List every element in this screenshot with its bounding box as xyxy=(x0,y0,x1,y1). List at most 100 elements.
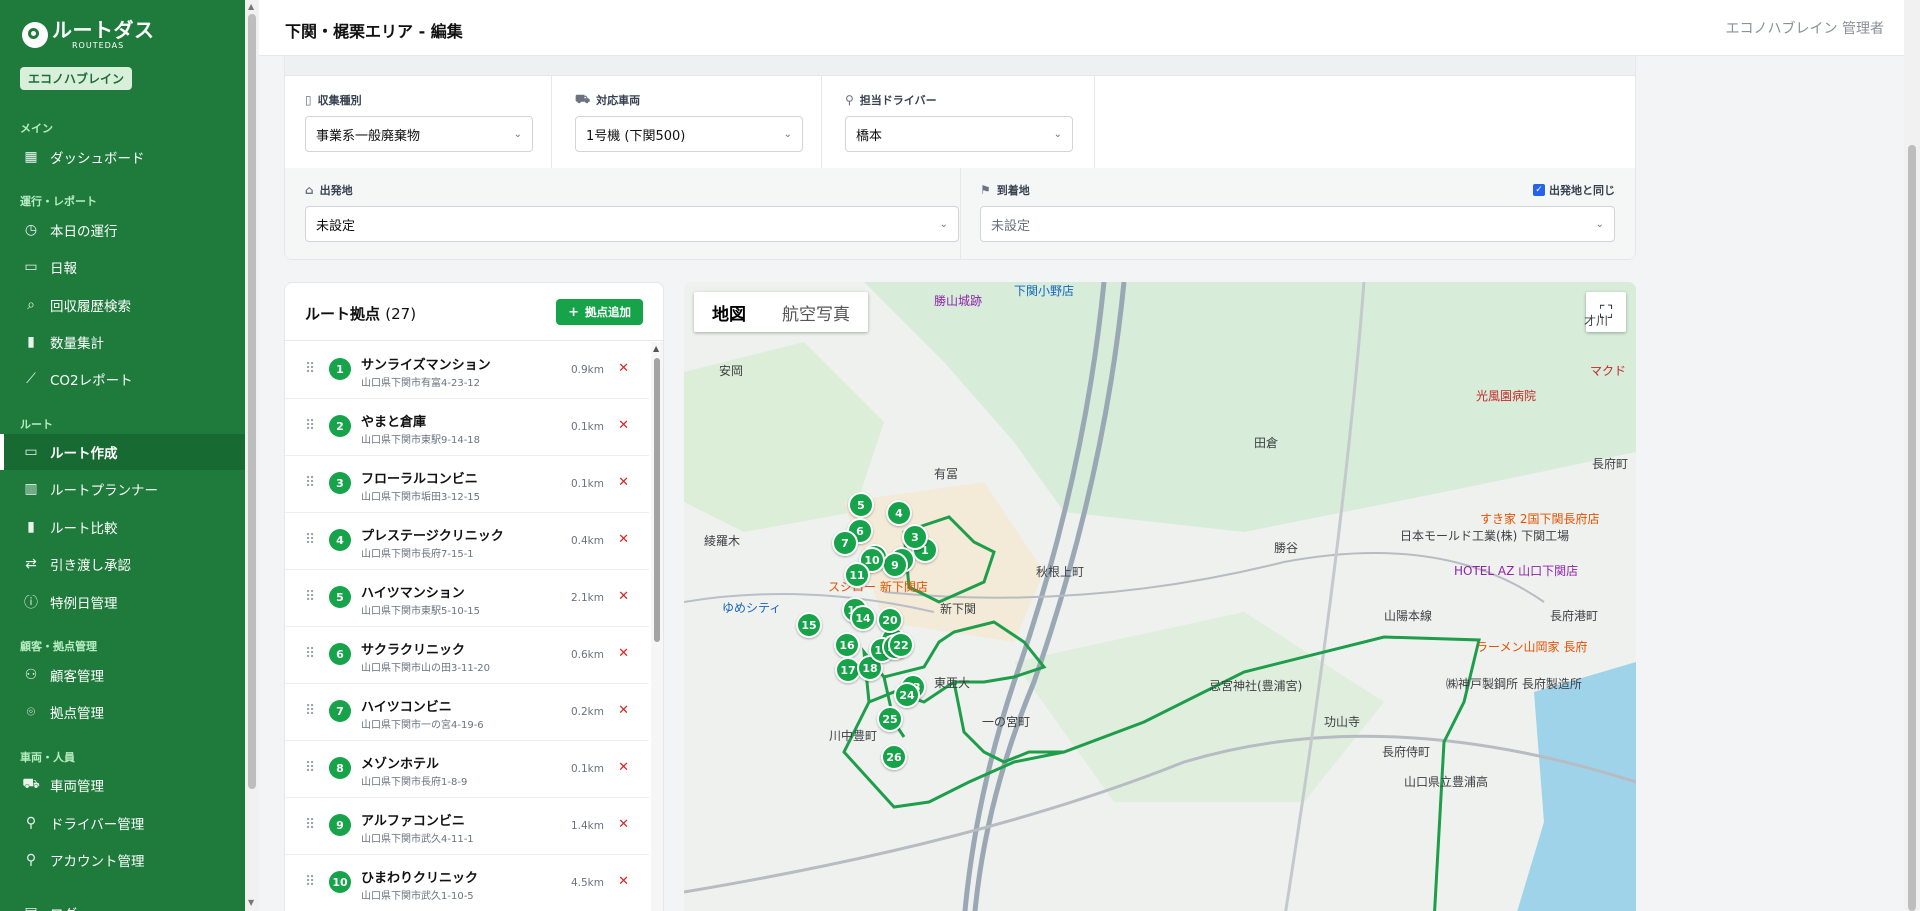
drag-handle-icon[interactable]: ⠿ xyxy=(305,646,315,662)
route-marker[interactable]: 3 xyxy=(902,524,928,550)
sidebar-item-customers[interactable]: ⚇ 顧客管理 xyxy=(0,657,245,693)
point-distance: 2.1km xyxy=(570,592,604,604)
list-item[interactable]: ⠿ 2 やまと倉庫 山口県下関市東駅9-14-18 0.1km ✕ xyxy=(285,399,649,456)
route-marker[interactable]: 9 xyxy=(882,552,908,578)
map-place-label: 一の宮町 xyxy=(982,715,1031,729)
map-place-label: 長府港町 xyxy=(1550,609,1599,623)
delete-point-icon[interactable]: ✕ xyxy=(618,817,629,832)
list-item[interactable]: ⠿ 4 プレステージクリニック 山口県下関市長府7-15-1 0.4km ✕ xyxy=(285,513,649,570)
chevron-down-icon: ⌄ xyxy=(1595,218,1604,230)
delete-point-icon[interactable]: ✕ xyxy=(618,589,629,604)
drag-handle-icon[interactable]: ⠿ xyxy=(305,361,315,377)
list-scrollbar[interactable]: ▲ xyxy=(651,342,663,911)
sidebar-item-special-days[interactable]: ⓘ 特例日管理 xyxy=(0,584,245,620)
scroll-up-icon[interactable]: ▲ xyxy=(653,344,659,353)
same-as-origin-checkbox[interactable]: ✓ xyxy=(1533,184,1545,196)
page-scroll-thumb[interactable] xyxy=(248,14,256,789)
user-label[interactable]: エコノハブレイン 管理者 xyxy=(1726,18,1884,38)
tab-aerial[interactable]: 航空写真 xyxy=(764,292,868,332)
route-marker[interactable]: 5 xyxy=(848,492,874,518)
sidebar-item-handover[interactable]: ⇄ 引き渡し承認 xyxy=(0,546,245,582)
list-item[interactable]: ⠿ 3 フローラルコンビニ 山口県下関市垢田3-12-15 0.1km ✕ xyxy=(285,456,649,513)
sidebar-item-route-compare[interactable]: ▮ ルート比較 xyxy=(0,509,245,545)
add-point-button[interactable]: + 拠点追加 xyxy=(556,299,643,325)
point-number-badge: 6 xyxy=(329,643,351,665)
point-name: やまと倉庫 xyxy=(361,415,427,430)
window-scrollbar[interactable] xyxy=(1904,0,1920,911)
route-marker[interactable]: 14 xyxy=(850,605,876,631)
list-item[interactable]: ⠿ 1 サンライズマンション 山口県下関市有富4-23-12 0.9km ✕ xyxy=(285,342,649,399)
list-item[interactable]: ⠿ 5 ハイツマンション 山口県下関市東駅5-10-15 2.1km ✕ xyxy=(285,570,649,627)
vehicle-select[interactable]: 1号機 (下関500) ⌄ xyxy=(575,116,803,152)
map-place-label: スシロー 新下関店 xyxy=(828,580,928,594)
route-marker[interactable]: 7 xyxy=(832,530,858,556)
page-scrollbar[interactable]: ▲ ▼ xyxy=(245,0,259,911)
route-marker[interactable]: 15 xyxy=(796,612,822,638)
delete-point-icon[interactable]: ✕ xyxy=(618,418,629,433)
sidebar-item-history-search[interactable]: ⌕ 回収履歴検索 xyxy=(0,287,245,323)
delete-point-icon[interactable]: ✕ xyxy=(618,760,629,775)
route-marker[interactable]: 16 xyxy=(834,632,860,658)
list-item[interactable]: ⠿ 8 メゾンホテル 山口県下関市長府1-8-9 0.1km ✕ xyxy=(285,741,649,798)
delete-point-icon[interactable]: ✕ xyxy=(618,646,629,661)
list-item[interactable]: ⠿ 9 アルファコンビニ 山口県下関市武久4-11-1 1.4km ✕ xyxy=(285,798,649,855)
route-marker[interactable]: 22 xyxy=(888,632,914,658)
drag-handle-icon[interactable]: ⠿ xyxy=(305,532,315,548)
route-marker[interactable]: 26 xyxy=(881,744,907,770)
delete-point-icon[interactable]: ✕ xyxy=(618,475,629,490)
drag-handle-icon[interactable]: ⠿ xyxy=(305,817,315,833)
same-as-origin-toggle[interactable]: ✓ 出発地と同じ xyxy=(1533,182,1615,198)
drag-handle-icon[interactable]: ⠿ xyxy=(305,703,315,719)
route-map[interactable]: 地図 航空写真 ⛶ 下関小野店 勝山城跡 才川 マクド 安岡 光風園病院 田倉 有冨 長府町 すき… xyxy=(684,282,1636,911)
list-item[interactable]: ⠿ 6 サクラクリニック 山口県下関市山の田3-11-20 0.6km ✕ xyxy=(285,627,649,684)
user-icon: ⚲ xyxy=(25,815,37,831)
drag-handle-icon[interactable]: ⠿ xyxy=(305,874,315,890)
map-place-label: すき家 2国下関長府店 xyxy=(1480,512,1600,526)
route-marker[interactable]: 20 xyxy=(877,607,903,633)
sidebar-item-route-create[interactable]: ▭ ルート作成 xyxy=(0,434,245,470)
scroll-up-icon[interactable]: ▲ xyxy=(248,2,254,11)
sidebar-item-locations[interactable]: ⌾ 拠点管理 xyxy=(0,694,245,730)
point-number-badge: 3 xyxy=(329,472,351,494)
drag-handle-icon[interactable]: ⠿ xyxy=(305,760,315,776)
map-place-label: ㈱神戸製鋼所 長府製造所 xyxy=(1446,677,1582,691)
sidebar-item-log[interactable]: ▤ ログ xyxy=(0,895,245,911)
point-distance: 0.1km xyxy=(570,478,604,490)
sidebar-item-accounts[interactable]: ⚲ アカウント管理 xyxy=(0,842,245,878)
window-scroll-thumb[interactable] xyxy=(1908,145,1916,911)
collection-type-select[interactable]: 事業系一般廃棄物 ⌄ xyxy=(305,116,533,152)
sidebar-item-quantity[interactable]: ▮ 数量集計 xyxy=(0,324,245,360)
route-marker[interactable]: 11 xyxy=(844,562,870,588)
drag-handle-icon[interactable]: ⠿ xyxy=(305,475,315,491)
sidebar-item-drivers[interactable]: ⚲ ドライバー管理 xyxy=(0,805,245,841)
origin-destination-row: ⌂ 出発地 未設定 ⌄ ⚑ 到着地 未設定 ⌄ ✓ 出発地と同じ xyxy=(285,168,1635,259)
app-logo[interactable]: ルートダス ROUTEDAS xyxy=(22,20,155,50)
delete-point-icon[interactable]: ✕ xyxy=(618,703,629,718)
route-marker[interactable]: 4 xyxy=(886,500,912,526)
delete-point-icon[interactable]: ✕ xyxy=(618,361,629,376)
sidebar-item-vehicles[interactable]: ⛟ 車両管理 xyxy=(0,767,245,803)
sidebar-item-daily-report[interactable]: ▭ 日報 xyxy=(0,249,245,285)
sidebar-item-dashboard[interactable]: ▦ ダッシュボード xyxy=(0,139,245,175)
sidebar-item-today[interactable]: ◷ 本日の運行 xyxy=(0,212,245,248)
route-points-count: (27) xyxy=(385,305,417,323)
sidebar-item-route-planner[interactable]: ▥ ルートプランナー xyxy=(0,471,245,507)
route-marker[interactable]: 25 xyxy=(877,706,903,732)
point-distance: 0.9km xyxy=(570,364,604,376)
drag-handle-icon[interactable]: ⠿ xyxy=(305,589,315,605)
origin-select[interactable]: 未設定 ⌄ xyxy=(305,206,959,242)
driver-select[interactable]: 橋本 ⌄ xyxy=(845,116,1073,152)
scroll-down-icon[interactable]: ▼ xyxy=(248,898,254,907)
delete-point-icon[interactable]: ✕ xyxy=(618,874,629,889)
sidebar-item-co2-report[interactable]: ⟋ CO2レポート xyxy=(0,361,245,397)
list-item[interactable]: ⠿ 7 ハイツコンビニ 山口県下関市一の宮4-19-6 0.2km ✕ xyxy=(285,684,649,741)
logo-pin-icon xyxy=(22,22,48,48)
tab-map[interactable]: 地図 xyxy=(694,292,764,332)
route-marker[interactable]: 24 xyxy=(894,682,920,708)
delete-point-icon[interactable]: ✕ xyxy=(618,532,629,547)
destination-select[interactable]: 未設定 ⌄ xyxy=(980,206,1615,242)
list-scroll-thumb[interactable] xyxy=(654,358,660,642)
chevron-down-icon: ⌄ xyxy=(1053,128,1062,140)
list-item[interactable]: ⠿ 10 ひまわりクリニック 山口県下関市武久1-10-5 4.5km ✕ xyxy=(285,855,649,911)
drag-handle-icon[interactable]: ⠿ xyxy=(305,418,315,434)
